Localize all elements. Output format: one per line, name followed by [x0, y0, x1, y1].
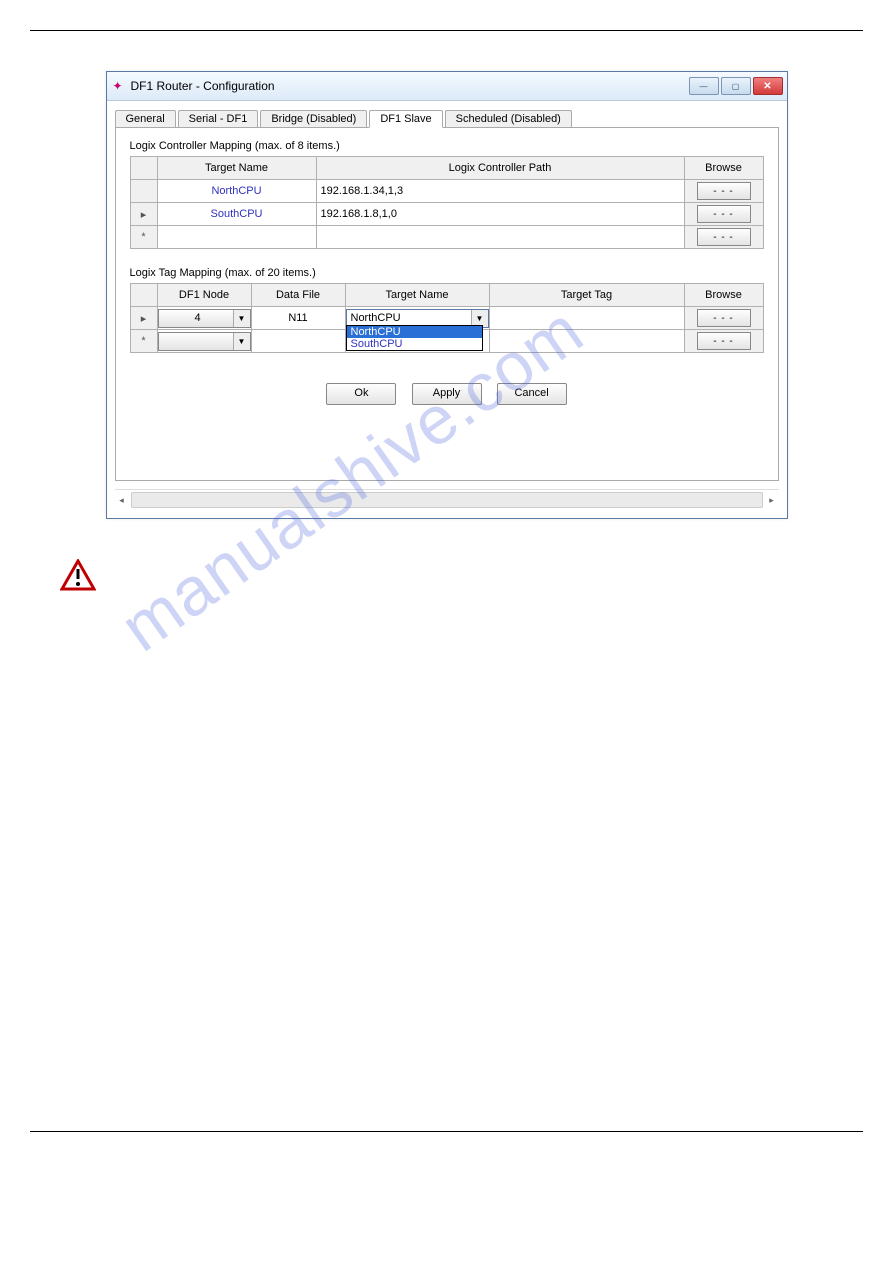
row-selector-header	[130, 284, 157, 307]
row-selector[interactable]	[130, 180, 157, 203]
close-button[interactable]: ✕	[753, 77, 783, 95]
scroll-right-icon[interactable]: ▸	[767, 495, 777, 506]
target-name-dropdown[interactable]: NorthCPU ▼ NorthCPU SouthCPU	[345, 307, 489, 330]
df1-node-cell[interactable]: 4 ▼	[157, 307, 251, 330]
scroll-left-icon[interactable]: ◂	[117, 495, 127, 506]
browse-cell: - - -	[684, 307, 763, 330]
table-row[interactable]: ▸ 4 ▼ N11 NorthCPU ▼ N	[130, 307, 763, 330]
table-row[interactable]: * - - -	[130, 226, 763, 249]
browse-cell: - - -	[684, 226, 763, 249]
tab-bridge[interactable]: Bridge (Disabled)	[260, 110, 367, 128]
controller-mapping-grid: Target Name Logix Controller Path Browse…	[130, 156, 764, 249]
tab-general[interactable]: General	[115, 110, 176, 128]
window-title: DF1 Router - Configuration	[131, 79, 689, 93]
tab-scheduled[interactable]: Scheduled (Disabled)	[445, 110, 572, 128]
controller-mapping-label: Logix Controller Mapping (max. of 8 item…	[130, 140, 764, 152]
table-row[interactable]: ▸ SouthCPU 192.168.1.8,1,0 - - -	[130, 203, 763, 226]
row-selector[interactable]: ▸	[130, 307, 157, 330]
data-file-cell[interactable]: N11	[251, 307, 345, 330]
chevron-down-icon[interactable]: ▼	[471, 310, 488, 327]
target-tag-cell[interactable]	[489, 330, 684, 353]
minimize-button[interactable]: —	[689, 77, 719, 95]
dropdown-option[interactable]: SouthCPU	[347, 338, 482, 350]
col-browse: Browse	[684, 284, 763, 307]
grid-header-row: DF1 Node Data File Target Name Target Ta…	[130, 284, 763, 307]
dialog-buttons: Ok Apply Cancel	[130, 383, 764, 405]
df1-node-value: 4	[159, 312, 233, 324]
row-selector[interactable]: ▸	[130, 203, 157, 226]
tag-mapping-grid: DF1 Node Data File Target Name Target Ta…	[130, 283, 764, 353]
tab-panel: Logix Controller Mapping (max. of 8 item…	[115, 127, 779, 481]
target-name-cell[interactable]: SouthCPU	[157, 203, 316, 226]
config-window: ✦ DF1 Router - Configuration — ▢ ✕ Gener…	[106, 71, 788, 519]
scroll-track[interactable]	[131, 492, 763, 508]
target-name-value: NorthCPU	[347, 312, 471, 324]
ok-button[interactable]: Ok	[326, 383, 396, 405]
col-target-tag: Target Tag	[489, 284, 684, 307]
top-rule	[30, 30, 863, 31]
target-tag-cell[interactable]	[489, 307, 684, 330]
controller-path-cell[interactable]	[316, 226, 684, 249]
tag-mapping-label: Logix Tag Mapping (max. of 20 items.)	[130, 267, 764, 279]
browse-button[interactable]: - - -	[697, 205, 751, 223]
chevron-down-icon[interactable]: ▼	[233, 310, 250, 327]
dropdown-option[interactable]: NorthCPU	[347, 326, 482, 338]
horizontal-scrollbar[interactable]: ◂ ▸	[115, 489, 779, 510]
browse-button[interactable]: - - -	[697, 332, 751, 350]
col-browse: Browse	[684, 157, 763, 180]
col-target-name: Target Name	[157, 157, 316, 180]
col-target-name: Target Name	[345, 284, 489, 307]
bottom-rule	[30, 1131, 863, 1132]
chevron-down-icon[interactable]: ▼	[233, 333, 250, 350]
browse-cell: - - -	[684, 330, 763, 353]
data-file-cell[interactable]	[251, 330, 345, 353]
row-selector[interactable]: *	[130, 226, 157, 249]
browse-button[interactable]: - - -	[697, 309, 751, 327]
row-selector-header	[130, 157, 157, 180]
tab-strip: General Serial - DF1 Bridge (Disabled) D…	[115, 109, 779, 127]
window-controls: — ▢ ✕	[689, 77, 783, 95]
df1-node-cell[interactable]: ▼	[157, 330, 251, 353]
target-name-cell[interactable]: NorthCPU	[157, 180, 316, 203]
browse-button[interactable]: - - -	[697, 228, 751, 246]
grid-header-row: Target Name Logix Controller Path Browse	[130, 157, 763, 180]
browse-button[interactable]: - - -	[697, 182, 751, 200]
col-data-file: Data File	[251, 284, 345, 307]
apply-button[interactable]: Apply	[412, 383, 482, 405]
col-df1-node: DF1 Node	[157, 284, 251, 307]
controller-path-cell[interactable]: 192.168.1.34,1,3	[316, 180, 684, 203]
titlebar[interactable]: ✦ DF1 Router - Configuration — ▢ ✕	[107, 72, 787, 101]
dialog-body: General Serial - DF1 Bridge (Disabled) D…	[107, 101, 787, 518]
tab-df1-slave[interactable]: DF1 Slave	[369, 110, 442, 128]
browse-cell: - - -	[684, 180, 763, 203]
browse-cell: - - -	[684, 203, 763, 226]
cancel-button[interactable]: Cancel	[497, 383, 567, 405]
table-row[interactable]: NorthCPU 192.168.1.34,1,3 - - -	[130, 180, 763, 203]
maximize-button[interactable]: ▢	[721, 77, 751, 95]
col-controller-path: Logix Controller Path	[316, 157, 684, 180]
warning-icon	[60, 559, 96, 591]
row-selector[interactable]: *	[130, 330, 157, 353]
controller-path-cell[interactable]: 192.168.1.8,1,0	[316, 203, 684, 226]
app-icon: ✦	[111, 79, 125, 93]
dropdown-list: NorthCPU SouthCPU	[346, 325, 483, 351]
target-name-cell[interactable]	[157, 226, 316, 249]
tab-serial[interactable]: Serial - DF1	[178, 110, 259, 128]
